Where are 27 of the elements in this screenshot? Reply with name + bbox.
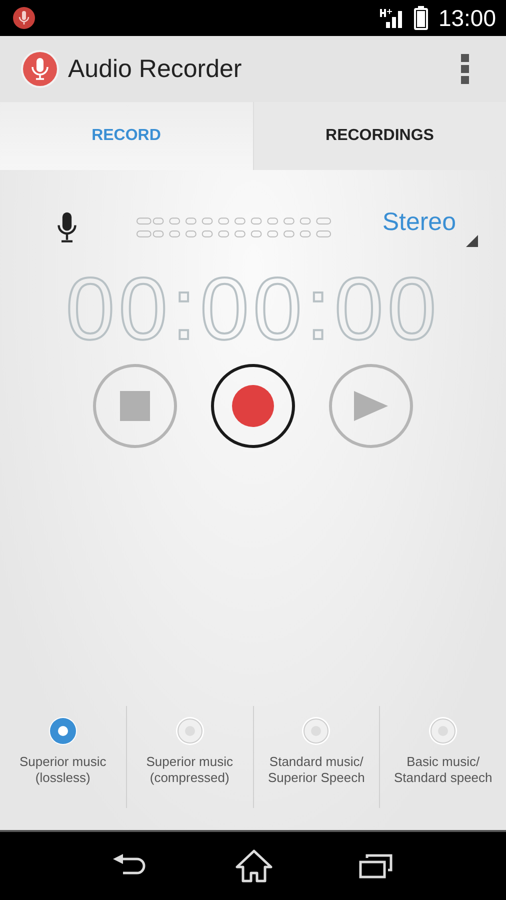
notification-mic-icon bbox=[12, 6, 36, 30]
overflow-menu-icon[interactable] bbox=[460, 53, 470, 85]
quality-option-label: Basic music/ Standard speech bbox=[394, 754, 492, 786]
record-button[interactable] bbox=[211, 364, 295, 448]
signal-icon bbox=[378, 7, 404, 29]
radio-button[interactable] bbox=[174, 716, 205, 746]
radio-button[interactable] bbox=[48, 716, 78, 746]
home-icon[interactable] bbox=[235, 849, 273, 883]
elapsed-timer: 00:00:00 bbox=[64, 261, 442, 358]
battery-icon bbox=[414, 6, 428, 30]
quality-option-label: Superior music (lossless) bbox=[20, 754, 106, 786]
record-icon bbox=[232, 384, 274, 427]
play-icon bbox=[354, 390, 388, 421]
app-title: Audio Recorder bbox=[68, 54, 243, 84]
microphone-icon bbox=[56, 210, 78, 244]
channel-mode-dropdown[interactable]: Stereo bbox=[382, 208, 456, 237]
dropdown-corner-icon bbox=[466, 235, 478, 247]
stop-icon bbox=[120, 390, 150, 421]
radio-button[interactable] bbox=[428, 716, 458, 746]
radio-button[interactable] bbox=[301, 716, 332, 746]
quality-option-label: Standard music/ Superior Speech bbox=[268, 754, 365, 786]
quality-option-label: Superior music (compressed) bbox=[146, 754, 233, 786]
tab[interactable]: RECORDINGS bbox=[254, 102, 506, 170]
clock-time: 13:00 bbox=[438, 4, 496, 32]
recent-apps-icon[interactable] bbox=[359, 853, 393, 879]
tab[interactable]: RECORD bbox=[0, 102, 254, 170]
app-mic-icon bbox=[20, 49, 60, 89]
